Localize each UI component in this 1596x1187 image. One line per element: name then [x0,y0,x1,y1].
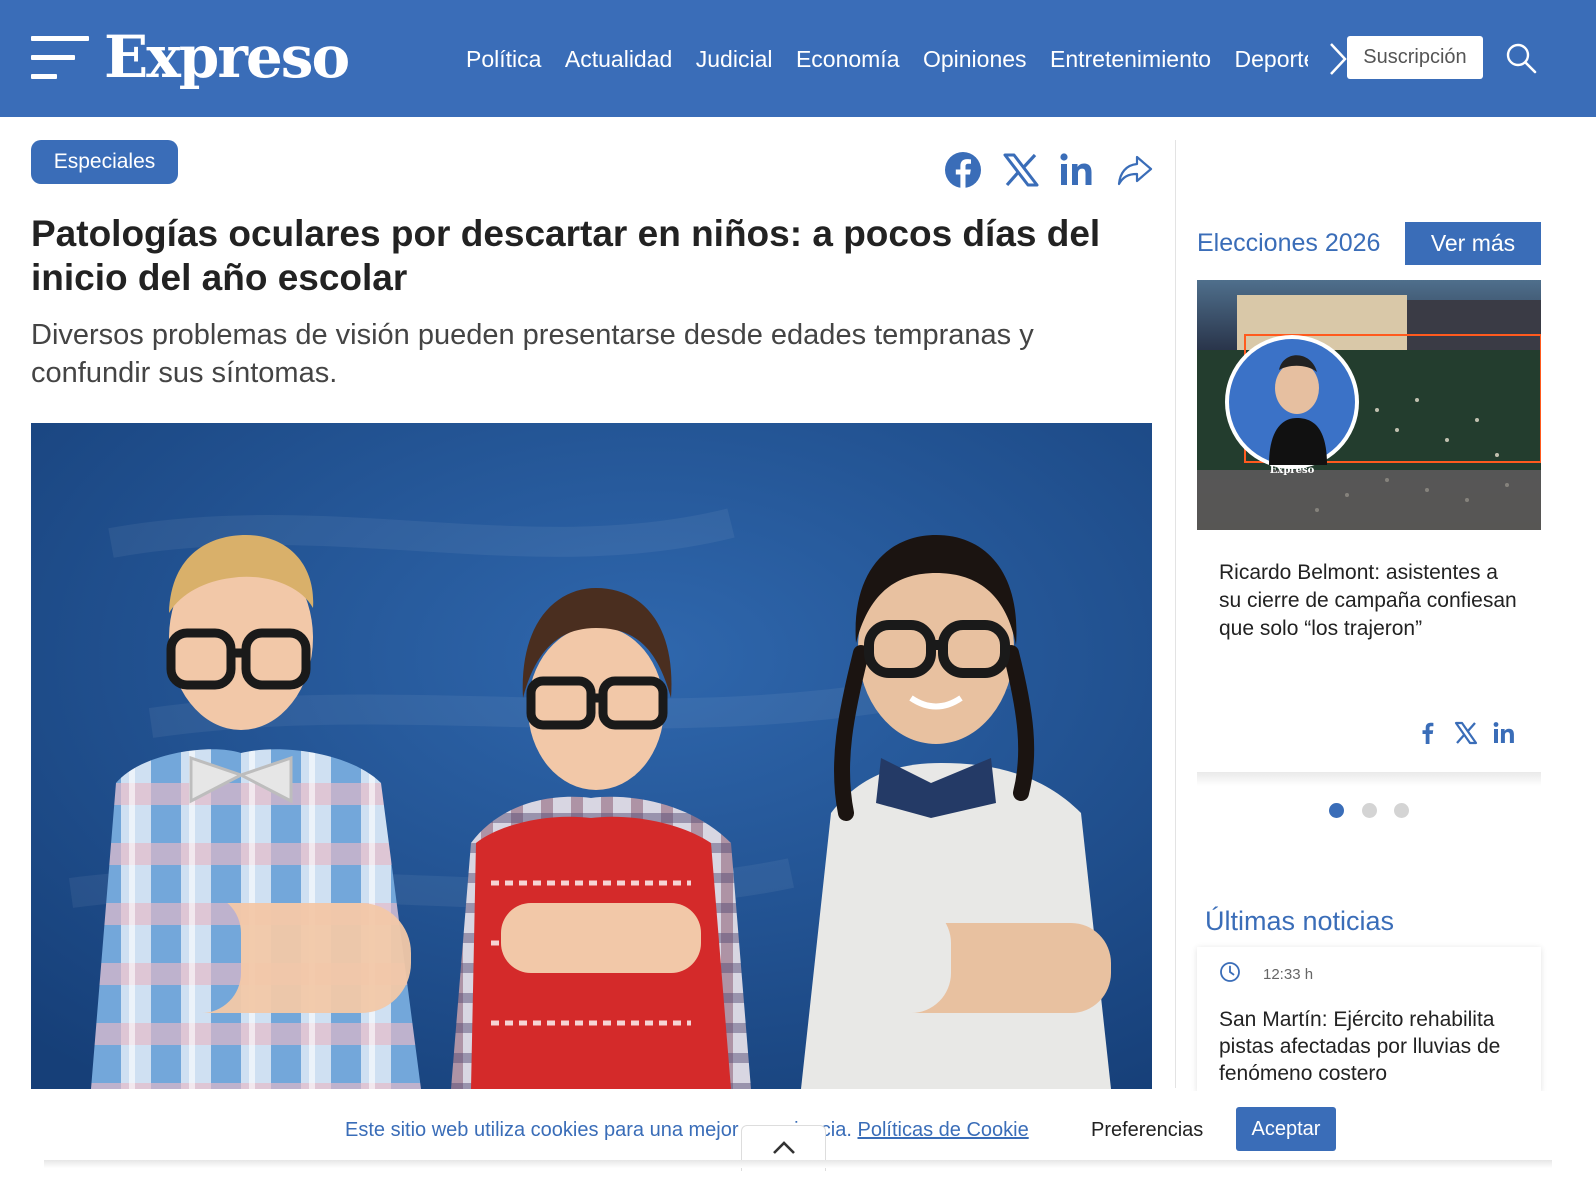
article-title: Patologías oculares por descartar en niñ… [31,213,1101,298]
linkedin-icon[interactable] [1492,720,1518,746]
share-icon[interactable] [1115,150,1155,190]
nav-item-opiniones[interactable]: Opiniones [923,40,1027,78]
featured-story-image[interactable]: Expreso [1197,280,1541,530]
image-watermark: Expreso [1270,465,1315,476]
carousel-dot-3[interactable] [1394,803,1409,818]
main-nav: Política Actualidad Judicial Economía Op… [466,40,1308,78]
news-time: 12:33 h [1263,966,1314,983]
clock-icon [1220,962,1240,982]
subscribe-button[interactable]: Suscripción [1347,36,1483,79]
column-divider [1175,140,1176,1088]
latest-news-headline[interactable]: San Martín: Ejército rehabilita pistas a… [1219,1006,1529,1087]
nav-item-judicial[interactable]: Judicial [696,40,773,78]
carousel-dot-2[interactable] [1362,803,1377,818]
carousel-card-shadow [1197,772,1541,786]
section-title-elecciones[interactable]: Elecciones 2026 [1197,226,1380,260]
search-icon[interactable] [1504,41,1538,75]
article-subtitle: Diversos problemas de visión pueden pres… [31,319,1034,389]
carousel-dot-1[interactable] [1329,803,1344,818]
nav-item-deportes[interactable]: Deportes [1235,40,1308,78]
cookie-policy-link[interactable]: Políticas de Cookie [858,1119,1029,1141]
cookie-preferences-button[interactable]: Preferencias [1091,1116,1203,1144]
menu-icon[interactable] [31,36,89,80]
chevron-up-icon [773,1141,795,1154]
bottom-shadow [44,1160,1552,1168]
nav-item-economia[interactable]: Economía [796,40,900,78]
cookie-message: Este sitio web utiliza cookies para una … [345,1116,1029,1144]
facebook-icon[interactable] [1415,720,1441,746]
linkedin-icon[interactable] [1058,150,1098,190]
latest-news-title[interactable]: Últimas noticias [1205,903,1394,939]
nav-item-politica[interactable]: Política [466,40,541,78]
featured-story-headline[interactable]: Ricardo Belmont: asistentes a su cierre … [1219,559,1525,643]
x-icon[interactable] [1453,720,1479,746]
facebook-icon[interactable] [943,150,983,190]
category-badge[interactable]: Especiales [31,140,178,184]
nav-item-actualidad[interactable]: Actualidad [565,40,672,78]
see-more-button[interactable]: Ver más [1405,222,1541,265]
x-icon[interactable] [1001,150,1041,190]
nav-item-entretenimiento[interactable]: Entretenimiento [1050,40,1211,78]
site-logo[interactable]: Expreso [104,22,350,92]
article-hero-image [31,423,1152,1089]
top-header: Expreso Política Actualidad Judicial Eco… [0,0,1596,117]
cookie-accept-button[interactable]: Aceptar [1236,1107,1336,1151]
